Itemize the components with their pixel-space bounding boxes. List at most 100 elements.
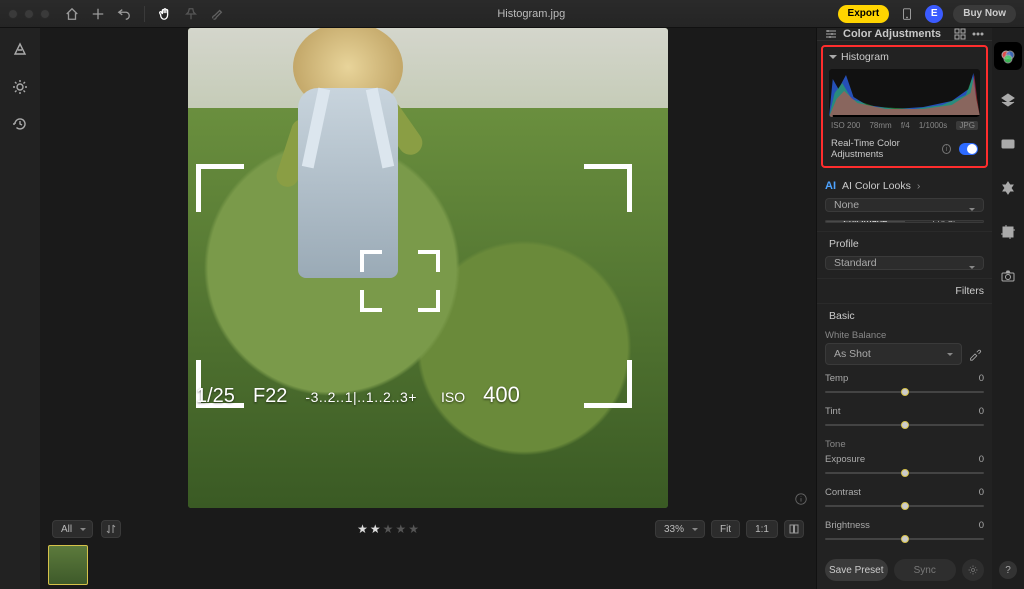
user-avatar[interactable]: E: [925, 5, 943, 23]
right-tool-rail: ?: [992, 28, 1024, 589]
left-toolbar: [0, 28, 40, 589]
temp-slider[interactable]: [825, 386, 984, 398]
readout-ev-scale: -3..2..1|..1..2..3+: [305, 389, 417, 405]
star-icon[interactable]: ★: [370, 522, 381, 536]
device-preview-icon[interactable]: [899, 6, 915, 22]
compare-view-button[interactable]: [784, 520, 804, 538]
histogram-graph[interactable]: [829, 69, 980, 117]
exposure-slider[interactable]: [825, 467, 984, 479]
star-icon[interactable]: ★: [357, 522, 368, 536]
hand-tool-icon[interactable]: [157, 6, 173, 22]
eyedropper-icon[interactable]: [966, 343, 984, 365]
readout-shutter: 1/25: [196, 385, 235, 408]
export-button[interactable]: Export: [838, 5, 890, 23]
filters-label: Filters: [955, 285, 984, 297]
divider: [144, 6, 145, 22]
contrast-label: Contrast: [825, 487, 861, 498]
traffic-close[interactable]: [8, 9, 18, 19]
info-icon[interactable]: [794, 492, 808, 509]
meta-aperture: f/4: [901, 121, 910, 130]
retouch-tab-icon[interactable]: [994, 130, 1022, 158]
temp-slider-row: Temp 0: [817, 371, 992, 404]
temp-value[interactable]: 0: [979, 373, 984, 384]
effects-tab-icon[interactable]: [994, 174, 1022, 202]
info-icon[interactable]: i: [942, 144, 951, 154]
histogram-header[interactable]: Histogram: [823, 47, 986, 67]
profile-select[interactable]: Standard: [825, 256, 984, 270]
undo-icon[interactable]: [116, 6, 132, 22]
rating-stars[interactable]: ★ ★ ★ ★ ★: [357, 522, 419, 536]
star-icon[interactable]: ★: [395, 522, 406, 536]
plus-icon[interactable]: [90, 6, 106, 22]
star-icon[interactable]: ★: [408, 522, 419, 536]
readout-iso-label: ISO: [441, 389, 465, 405]
camera-tab-icon[interactable]: [994, 262, 1022, 290]
thumbnail[interactable]: [48, 545, 88, 585]
exposure-value[interactable]: 0: [979, 454, 984, 465]
presets-icon[interactable]: [954, 28, 966, 40]
viewfinder-corner: [584, 164, 632, 212]
sun-icon[interactable]: [12, 79, 28, 98]
histogram-metadata: ISO 200 78mm f/4 1/1000s JPG: [823, 119, 986, 134]
more-icon[interactable]: [972, 28, 984, 40]
buy-now-button[interactable]: Buy Now: [953, 5, 1016, 23]
tint-slider[interactable]: [825, 419, 984, 431]
basic-header[interactable]: Basic: [817, 303, 992, 328]
ai-looks-select[interactable]: None: [825, 198, 984, 212]
readout-aperture: F22: [253, 385, 287, 408]
meta-format-badge: JPG: [956, 121, 978, 130]
tone-label: Tone: [817, 437, 992, 452]
sync-settings-icon[interactable]: [962, 559, 984, 581]
brightness-value[interactable]: 0: [979, 520, 984, 531]
contrast-value[interactable]: 0: [979, 487, 984, 498]
temp-label: Temp: [825, 373, 848, 384]
white-balance-select[interactable]: As Shot: [825, 343, 962, 365]
realtime-toggle[interactable]: [959, 143, 978, 155]
ai-badge-icon: AI: [825, 180, 836, 192]
sort-button[interactable]: [101, 520, 121, 538]
sync-button[interactable]: Sync: [894, 559, 957, 581]
contrast-slider[interactable]: [825, 500, 984, 512]
viewfinder-focus-box: [360, 250, 440, 312]
color-adjustments-tab-icon[interactable]: [994, 42, 1022, 70]
push-pin-icon[interactable]: [183, 6, 199, 22]
tint-value[interactable]: 0: [979, 406, 984, 417]
layers-tab-icon[interactable]: [994, 86, 1022, 114]
brightness-slider-row: Brightness0: [817, 518, 992, 551]
filter-dropdown[interactable]: All: [52, 520, 93, 538]
one-to-one-button[interactable]: 1:1: [746, 520, 778, 538]
canvas-area[interactable]: 1/25 F22 -3..2..1|..1..2..3+ ISO 400: [40, 28, 816, 517]
right-panel: Color Adjustments Histogram ISO 200 78mm: [816, 28, 992, 589]
star-icon[interactable]: ★: [383, 522, 394, 536]
crop-icon[interactable]: [12, 42, 28, 61]
right-footer: Save Preset Sync: [817, 551, 992, 589]
profile-header[interactable]: Profile: [817, 231, 992, 256]
crop-tab-icon[interactable]: [994, 218, 1022, 246]
panel-header: Color Adjustments: [817, 28, 992, 41]
ai-color-looks-row[interactable]: AI AI Color Looks ›: [817, 172, 992, 198]
zoom-dropdown[interactable]: 33%: [655, 520, 705, 538]
history-icon[interactable]: [12, 116, 28, 135]
home-icon[interactable]: [64, 6, 80, 22]
exposure-slider-row: Exposure0: [817, 452, 992, 485]
brightness-slider[interactable]: [825, 533, 984, 545]
fit-button[interactable]: Fit: [711, 520, 740, 538]
traffic-zoom[interactable]: [40, 9, 50, 19]
traffic-minimize[interactable]: [24, 9, 34, 19]
scope-full[interactable]: Full Image: [826, 221, 905, 222]
panel-title: Color Adjustments: [843, 28, 941, 40]
help-button[interactable]: ?: [999, 561, 1017, 579]
white-balance-label: White Balance: [817, 328, 992, 343]
scope-local[interactable]: Local: [905, 221, 984, 222]
save-preset-button[interactable]: Save Preset: [825, 559, 888, 581]
scope-segment[interactable]: Full Image Local: [825, 220, 984, 223]
basic-label: Basic: [829, 310, 855, 322]
window-controls: [8, 9, 50, 19]
viewfinder-corner: [196, 164, 244, 212]
brush-icon[interactable]: [209, 6, 225, 22]
filters-header[interactable]: Filters: [817, 278, 992, 303]
tint-slider-row: Tint0: [817, 404, 992, 437]
viewfinder-readout: 1/25 F22 -3..2..1|..1..2..3+ ISO 400: [196, 382, 668, 408]
center-panel: 1/25 F22 -3..2..1|..1..2..3+ ISO 400 All…: [40, 28, 816, 589]
canvas-image[interactable]: 1/25 F22 -3..2..1|..1..2..3+ ISO 400: [188, 28, 668, 508]
